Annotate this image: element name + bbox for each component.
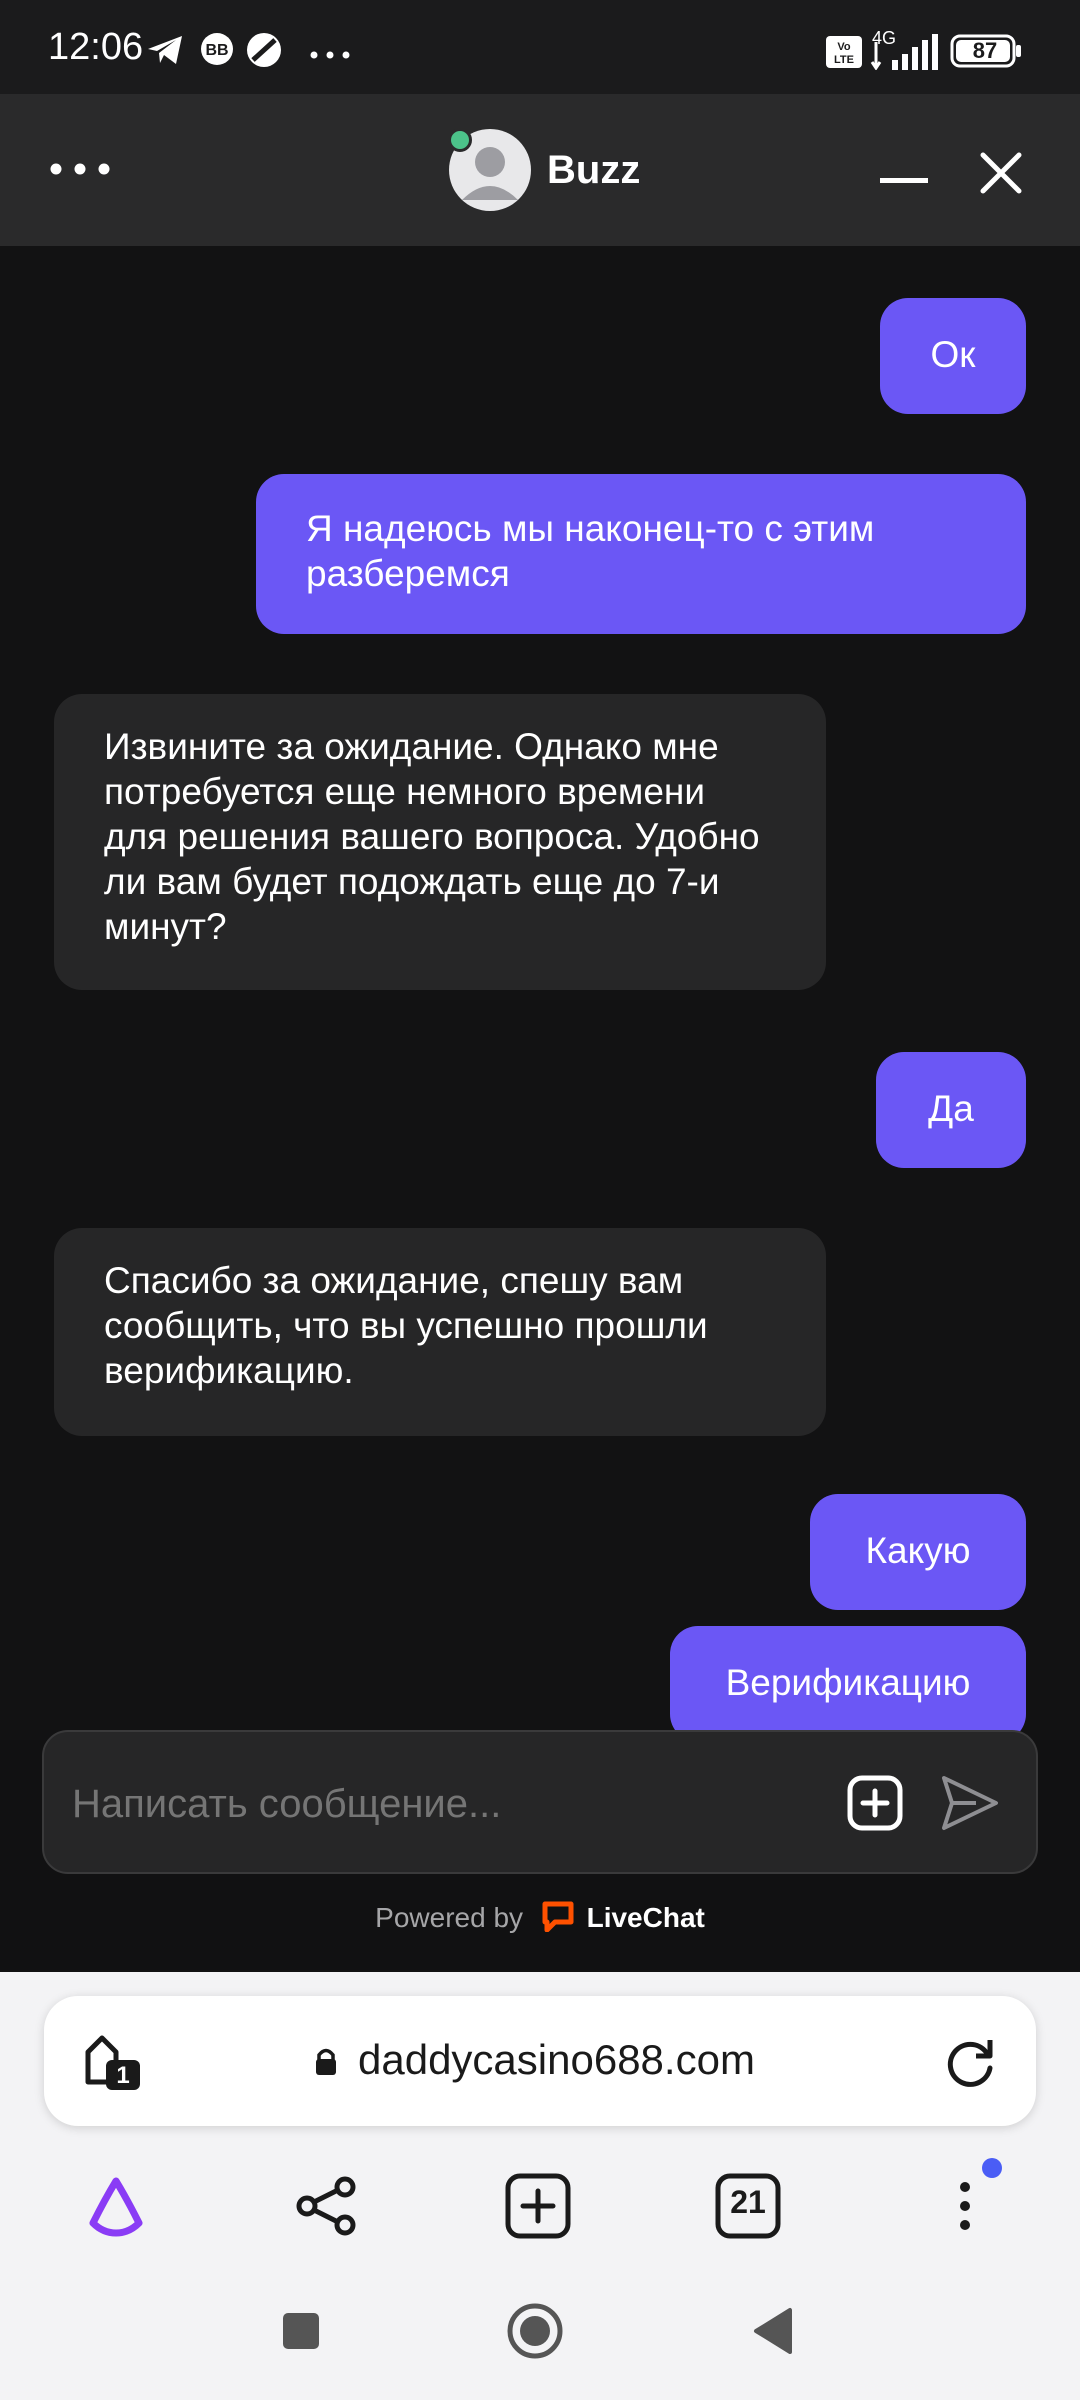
chat-header: Buzz [0, 94, 1080, 246]
reload-icon [947, 2040, 993, 2087]
home-button[interactable] [500, 2296, 570, 2366]
browser-menu-button[interactable] [920, 2158, 1002, 2246]
notification-dot [982, 2158, 1002, 2178]
add-attachment-icon [847, 1775, 903, 1831]
share-icon [296, 2176, 356, 2236]
message-agent: Спасибо за ожидание, спешу вам сообщить,… [54, 1228, 826, 1436]
tabs-count: 21 [730, 2184, 766, 2220]
reload-button[interactable] [940, 2032, 1002, 2094]
message-composer [42, 1730, 1038, 1874]
new-tab-button[interactable] [498, 2166, 578, 2246]
tabs-button[interactable]: 21 [708, 2166, 788, 2246]
message-user: Верификацию [670, 1626, 1026, 1740]
bb-icon: BB [200, 32, 234, 71]
minimize-button[interactable] [870, 138, 936, 204]
share-button[interactable] [286, 2166, 366, 2246]
message-text: Спасибо за ожидание, спешу вам сообщить,… [104, 1260, 708, 1391]
back-button[interactable] [738, 2296, 808, 2366]
volte-icon: Vo LTE [826, 36, 862, 73]
message-text: Извините за ожидание. Однако мне потребу… [104, 726, 760, 947]
message-text: Да [928, 1088, 974, 1129]
message-text: Какую [865, 1530, 971, 1571]
recents-button[interactable] [266, 2296, 336, 2366]
telegram-icon [146, 34, 184, 71]
powered-by[interactable]: Powered by LiveChat [0, 1900, 1080, 1952]
message-text: Ок [930, 334, 976, 375]
back-triangle-icon [754, 2308, 792, 2354]
options-menu-button[interactable] [36, 144, 124, 194]
message-user: Да [876, 1052, 1026, 1168]
battery-level: 87 [972, 38, 998, 63]
svg-text:BB: BB [205, 42, 228, 59]
agent-avatar [448, 128, 532, 212]
livechat-logo-icon [541, 1900, 575, 1939]
livechat-brand: LiveChat [586, 1901, 705, 1933]
send-button[interactable] [934, 1770, 1004, 1836]
svg-text:LTE: LTE [834, 54, 854, 66]
powered-by-prefix: Powered by [375, 1901, 524, 1933]
online-indicator [448, 128, 472, 152]
address-bar[interactable]: 1 daddycasino688.com [44, 1996, 1036, 2126]
agent-name: Buzz [547, 148, 641, 192]
chat-area[interactable]: Ок Я надеюсь мы наконец-то с этим разбер… [0, 246, 1080, 1740]
message-text: Верификацию [725, 1662, 971, 1703]
alice-button[interactable] [76, 2166, 156, 2246]
signal-icon [870, 34, 942, 75]
status-bar: 12:06 BB Vo LTE 4G 87 [0, 0, 1080, 94]
more-vertical-icon [960, 2182, 970, 2230]
close-chat-button[interactable] [966, 138, 1036, 208]
home-circle-icon [507, 2303, 563, 2359]
message-agent: Извините за ожидание. Однако мне потребу… [54, 694, 826, 990]
lock-icon [314, 2046, 338, 2081]
send-icon [942, 1776, 998, 1830]
message-user: Я надеюсь мы наконец-то с этим разберемс… [256, 474, 1026, 634]
message-input[interactable] [70, 1768, 834, 1840]
message-text: Я надеюсь мы наконец-то с этим разберемс… [306, 508, 875, 594]
more-dots-icon [310, 46, 350, 64]
status-time: 12:06 [48, 26, 144, 68]
close-icon [980, 152, 1022, 194]
attach-button[interactable] [844, 1772, 906, 1834]
tab-badge: 1 [116, 2062, 130, 2089]
message-user: Какую [810, 1494, 1026, 1610]
minimize-icon [880, 178, 928, 183]
svg-text:Vo: Vo [837, 41, 851, 53]
alice-icon [89, 2177, 143, 2237]
app-icon [246, 32, 282, 73]
new-tab-icon [505, 2173, 571, 2239]
protect-tab-button[interactable]: 1 [80, 2030, 152, 2094]
square-icon [283, 2313, 319, 2349]
url-text[interactable]: daddycasino688.com [358, 2036, 755, 2084]
message-user: Ок [880, 298, 1026, 414]
three-dots-icon [50, 163, 110, 175]
